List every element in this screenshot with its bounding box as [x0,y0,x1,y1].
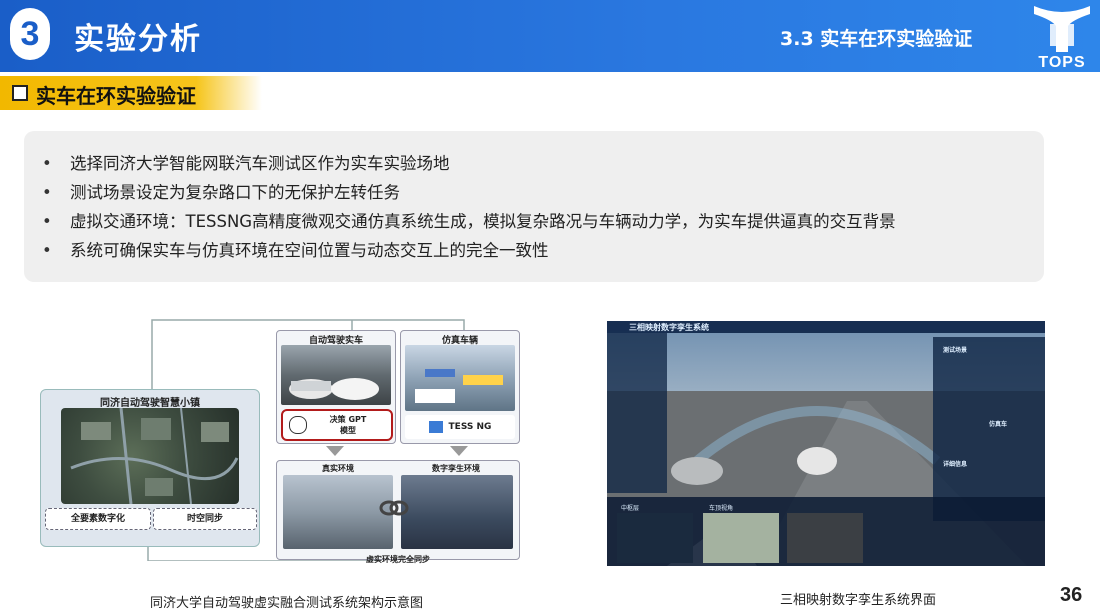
bullet-item: • 选择同济大学智能网联汽车测试区作为实车实验场地 [42,149,896,178]
town-map-graphic [70,407,239,505]
twin-ui-title: 三相映射数字孪生系统 [629,323,709,332]
twin-env-title: 数字孪生环境 [432,464,480,473]
decision-gpt-box: 决策 GPT 模型 [281,409,393,441]
diagram-caption: 同济大学自动驾驶虚实融合测试系统架构示意图 [150,596,424,611]
twin-panel-detail: 详细信息 [943,461,968,468]
bullet-text: 测试场景设定为复杂路口下的无保护左转任务 [70,183,400,202]
checkbox-icon [12,85,28,101]
tessng-label: TESS NG [448,422,492,432]
tops-logo: TOPS [1028,2,1096,72]
env-sync-panel: 真实环境 数字孪生环境 虚实环境完全同步 [276,460,520,564]
brain-icon [289,416,307,434]
architecture-diagram: 同济自动驾驶智慧小镇 全要素数字化 时空同步 自动驾驶实车 决策 GPT 模型 … [40,316,520,564]
twin-env-render [401,475,513,549]
logo-text: TOPS [1038,54,1086,71]
smart-town-panel: 同济自动驾驶智慧小镇 全要素数字化 时空同步 [40,389,260,547]
link-icon [379,499,409,517]
tops-logo-icon [1034,6,1090,52]
tessng-box: TESS NG [405,415,515,439]
gpt-label-line2: 模型 [340,426,356,435]
header-bar: 3 实验分析 3.3 实车在环实验验证 TOPS [0,0,1100,72]
real-car-photo [281,345,391,405]
bullet-item: • 虚拟交通环境：TESSNG高精度微观交通仿真系统生成，模拟复杂路况与车辆动力学… [42,207,896,236]
bullet-text: 选择同济大学智能网联汽车测试区作为实车实验场地 [70,154,450,173]
bullet-dot-icon: • [42,154,52,173]
town-aerial-map [61,407,239,505]
real-env-photo [283,475,393,549]
bus-icon [415,369,503,403]
gpt-label: 决策 GPT 模型 [309,414,387,436]
town-label-sync: 时空同步 [153,508,257,530]
topic-bar: 实车在环实验验证 [0,76,262,110]
town-label-digitization: 全要素数字化 [45,508,151,530]
bullet-text: 系统可确保实车与仿真环境在空间位置与动态交互上的完全一致性 [70,241,549,260]
real-car-panel: 自动驾驶实车 决策 GPT 模型 [276,330,396,444]
env-sync-label: 虚实环境完全同步 [366,555,430,564]
twin-bottom-left-label: 中枢层 [621,505,640,512]
sim-vehicle-panel: 仿真车辆 TESS NG [400,330,520,444]
digital-twin-screenshot: 三相映射数字孪生系统 中枢层 车顶视角 测试场景 仿真车 详细信息 [607,321,1045,566]
smart-town-title: 同济自动驾驶智慧小镇 [100,398,200,409]
subsection-title: 3.3 实车在环实验验证 [780,28,973,50]
twin-panel-simcar: 仿真车 [989,421,1008,428]
bullet-list: • 选择同济大学智能网联汽车测试区作为实车实验场地 • 测试场景设定为复杂路口下的无… [42,149,896,265]
bullet-dot-icon: • [42,183,52,202]
gpt-label-line1: 决策 GPT [329,415,367,424]
bullet-dot-icon: • [42,212,52,231]
page-number: 36 [1060,584,1083,606]
arrow-down-icon [326,446,344,456]
twin-scene [607,321,1045,566]
bullet-dot-icon: • [42,241,52,260]
arrow-down-icon [450,446,468,456]
section-title: 实验分析 [74,22,202,57]
section-number-badge: 3 [10,8,50,60]
twin-caption: 三相映射数字孪生系统界面 [780,593,937,608]
bullet-item: • 测试场景设定为复杂路口下的无保护左转任务 [42,178,896,207]
tessng-icon [428,420,443,433]
topic-label: 实车在环实验验证 [36,84,196,108]
car-icon [289,378,379,400]
twin-bottom-mid-label: 车顶视角 [709,505,734,512]
bullet-list-panel: • 选择同济大学智能网联汽车测试区作为实车实验场地 • 测试场景设定为复杂路口下的无… [24,131,1044,282]
bullet-item: • 系统可确保实车与仿真环境在空间位置与动态交互上的完全一致性 [42,236,896,265]
twin-panel-scene: 测试场景 [943,347,968,354]
real-env-title: 真实环境 [322,464,354,473]
sim-vehicle-render [405,345,515,411]
bullet-text: 虚拟交通环境：TESSNG高精度微观交通仿真系统生成，模拟复杂路况与车辆动力学，… [70,212,896,231]
